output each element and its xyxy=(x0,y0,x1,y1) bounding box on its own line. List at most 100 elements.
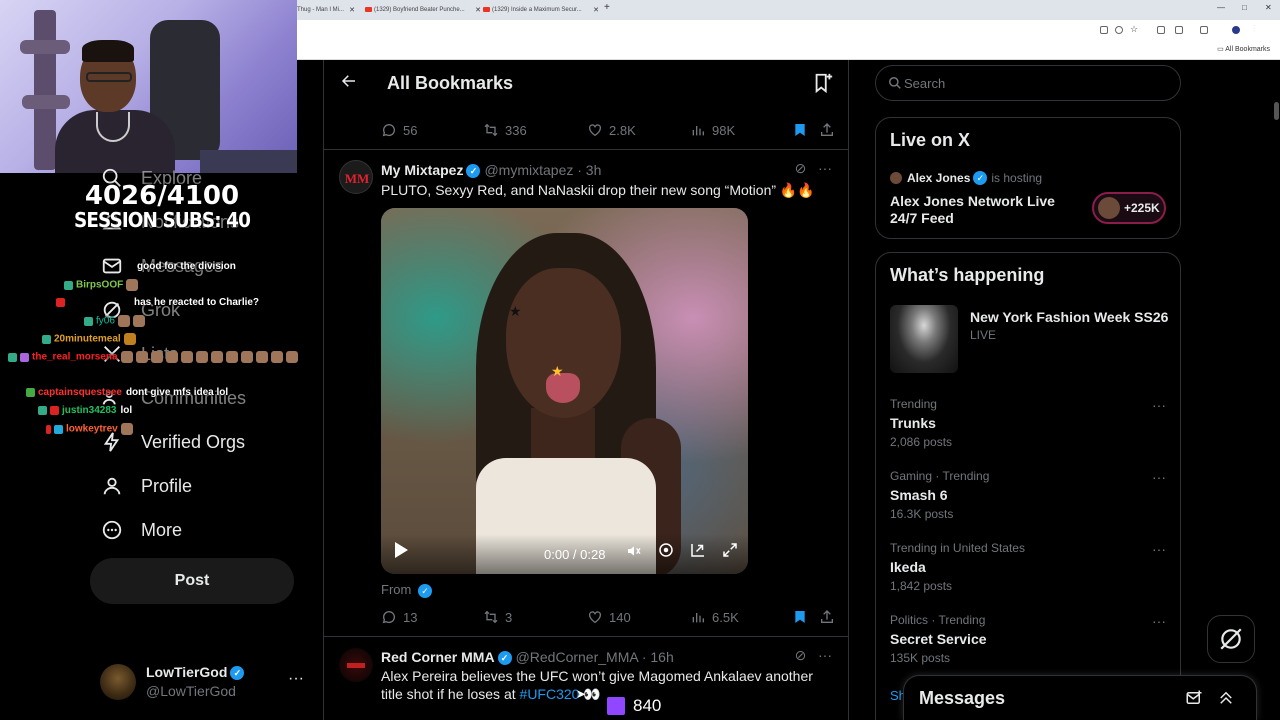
browser-tab[interactable]: Thug - Man I Mi... ✕ xyxy=(297,3,357,18)
star-icon[interactable]: ☆ xyxy=(1130,24,1138,34)
like-button[interactable]: 140 xyxy=(587,609,631,625)
trend-item[interactable]: Gaming · Trending Smash 6 16.3K posts ··… xyxy=(890,469,1170,521)
scrollbar[interactable] xyxy=(1273,60,1280,720)
trend-item[interactable]: Politics · Trending Secret Service 135K … xyxy=(890,613,1170,665)
event-thumbnail[interactable] xyxy=(890,305,958,373)
live-listeners-pill[interactable]: +225K xyxy=(1092,192,1166,224)
chat-badge-icon xyxy=(54,424,63,434)
chat-message: BirpsOOF xyxy=(64,279,139,291)
nav-profile[interactable]: Profile xyxy=(100,471,192,501)
play-icon[interactable] xyxy=(393,541,409,564)
install-icon[interactable] xyxy=(1100,26,1108,34)
views-button[interactable]: 6.5K xyxy=(690,609,739,625)
share-button[interactable] xyxy=(819,609,841,625)
repost-count: 336 xyxy=(505,122,527,138)
tab-close-icon[interactable]: ✕ xyxy=(593,3,599,18)
tweet-author[interactable]: My Mixtapez ✓ @mymixtapez · 3h xyxy=(381,162,601,179)
trend-posts: 16.3K posts xyxy=(890,507,954,521)
emote-icon xyxy=(150,351,163,363)
all-bookmarks-link[interactable]: ▭ All Bookmarks xyxy=(1217,45,1270,53)
trend-item[interactable]: Trending Trunks 2,086 posts ··· xyxy=(890,397,1170,449)
trend-posts: 1,842 posts xyxy=(890,579,953,593)
messages-title: Messages xyxy=(919,688,1006,708)
views-button[interactable]: 98K xyxy=(690,122,735,138)
post-button[interactable]: Post xyxy=(90,558,294,604)
menu-icon[interactable]: ⋮ xyxy=(1250,24,1258,33)
tweet-author[interactable]: Red Corner MMA ✓ @RedCorner_MMA · 16h xyxy=(381,649,674,666)
chat-username: captainsquestsee xyxy=(38,387,122,398)
more-icon[interactable]: ··· xyxy=(1152,469,1166,485)
pip-icon[interactable] xyxy=(689,541,707,564)
trend-item[interactable]: Trending in United States Ikeda 1,842 po… xyxy=(890,541,1170,593)
minimize-icon[interactable]: — xyxy=(1217,3,1225,12)
chat-text: good for the division xyxy=(137,261,236,272)
bookmark-button[interactable] xyxy=(792,122,814,138)
verified-badge-icon: ✓ xyxy=(973,171,988,185)
cat-tree-shelf xyxy=(20,40,70,54)
grok-icon[interactable]: ⊘ xyxy=(795,647,807,663)
maximize-icon[interactable]: □ xyxy=(1242,3,1247,12)
chat-badge-icon xyxy=(46,424,51,434)
more-icon[interactable]: ··· xyxy=(818,647,832,663)
profile-avatar-icon[interactable] xyxy=(1232,26,1240,34)
verified-badge-icon: ✓ xyxy=(466,164,481,179)
share-button[interactable] xyxy=(819,122,841,138)
bookmark-button[interactable] xyxy=(792,609,814,625)
tab-close-icon[interactable]: ✕ xyxy=(349,3,355,18)
repost-button[interactable]: 3 xyxy=(483,609,512,625)
more-icon[interactable]: ··· xyxy=(288,670,304,688)
puzzle-icon[interactable] xyxy=(1175,26,1183,34)
new-bookmark-folder-icon[interactable] xyxy=(812,72,834,99)
nav-more[interactable]: More xyxy=(100,515,182,545)
repost-button[interactable]: 336 xyxy=(483,122,527,138)
hashtag-link[interactable]: #UFC320 xyxy=(520,686,580,702)
bookmarks-timeline: All Bookmarks 56 336 2.8K 98K MM My Mixt… xyxy=(323,60,849,720)
heart-icon xyxy=(589,611,601,624)
tab-close-icon[interactable]: ✕ xyxy=(475,3,481,18)
avatar xyxy=(100,664,136,700)
like-button[interactable]: 2.8K xyxy=(587,122,636,138)
volume-icon[interactable] xyxy=(625,543,643,564)
live-stream-title[interactable]: Alex Jones Network Live 24/7 Feed xyxy=(890,193,1085,227)
chat-message: 20minutemeal xyxy=(42,333,136,345)
extension-icon[interactable] xyxy=(1157,26,1165,34)
avatar[interactable]: MM xyxy=(339,160,373,194)
browser-tab[interactable]: (1329) Inside a Maximum Secur... ✕ xyxy=(483,3,601,18)
event-status: LIVE xyxy=(970,328,997,342)
messages-drawer[interactable]: Messages xyxy=(903,675,1257,720)
mail-icon xyxy=(100,254,124,278)
scrollbar-thumb[interactable] xyxy=(1274,102,1279,120)
zoom-icon[interactable] xyxy=(1115,26,1123,34)
page-header: All Bookmarks xyxy=(324,60,848,106)
grok-icon[interactable]: ⊘ xyxy=(795,160,807,176)
chat-message: ​has he reacted to Charlie? xyxy=(56,297,259,308)
back-arrow-icon[interactable] xyxy=(340,72,358,95)
whats-happening-panel: What’s happening New York Fashion Week S… xyxy=(875,252,1181,720)
search-input[interactable]: Search xyxy=(875,65,1181,101)
trend-category: Politics · Trending xyxy=(890,613,986,627)
avatar[interactable] xyxy=(339,648,373,682)
new-message-icon[interactable] xyxy=(1185,689,1203,712)
streamer-hair xyxy=(82,40,134,62)
reply-button[interactable]: 13 xyxy=(381,609,417,625)
more-icon[interactable]: ··· xyxy=(1152,541,1166,557)
more-icon[interactable]: ··· xyxy=(1152,397,1166,413)
grok-floating-button[interactable] xyxy=(1207,615,1255,663)
event-title[interactable]: New York Fashion Week SS26 xyxy=(970,309,1168,325)
account-switcher[interactable]: LowTierGod ✓ @LowTierGod ··· xyxy=(100,662,320,706)
chat-message: lowkeytrev xyxy=(46,423,133,435)
more-icon[interactable]: ··· xyxy=(818,160,832,176)
address-bar[interactable]: ☆ ⋮ xyxy=(297,20,1280,42)
sidebar-icon[interactable] xyxy=(1200,26,1208,34)
fullscreen-icon[interactable] xyxy=(721,541,739,564)
reply-button[interactable]: 56 xyxy=(381,122,417,138)
new-tab-button[interactable]: + xyxy=(604,2,610,13)
tab-label: (1329) Inside a Maximum Secur... xyxy=(492,7,582,13)
browser-tab[interactable]: (1329) Boyfriend Beater Punche... ✕ xyxy=(365,3,483,18)
settings-icon[interactable] xyxy=(657,541,675,564)
more-icon[interactable]: ··· xyxy=(1152,613,1166,629)
expand-chevron-icon[interactable] xyxy=(1217,689,1235,712)
live-host-name[interactable]: Alex Jones xyxy=(907,171,970,185)
video-player[interactable]: ★ ★ 0:00 / 0:28 xyxy=(381,208,748,574)
close-window-icon[interactable]: ✕ xyxy=(1265,3,1272,12)
